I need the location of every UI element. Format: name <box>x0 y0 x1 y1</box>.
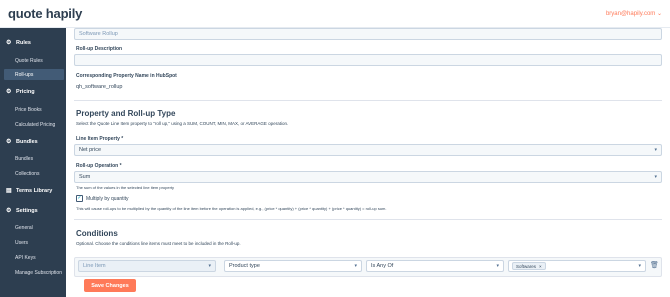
app-logo[interactable]: quote hapily <box>8 6 82 21</box>
condition-property-value: Product type <box>229 263 260 269</box>
chevron-down-icon: ▾ <box>638 263 641 269</box>
description-input[interactable] <box>74 54 662 66</box>
sidebar-section-pricing[interactable]: ⚙ Pricing <box>0 85 66 99</box>
condition-operator-select[interactable]: Is Any Of ▾ <box>366 260 504 272</box>
sidebar-item-bundles[interactable]: Bundles <box>4 153 64 164</box>
sidebar-section-terms-library[interactable]: ▤ Terms Library <box>0 184 66 198</box>
value-tag: Softwares × <box>512 262 546 270</box>
value-tag-label: Softwares <box>516 263 537 269</box>
divider <box>74 219 662 220</box>
section-title-conditions: Conditions <box>76 229 118 238</box>
sidebar-item-users[interactable]: Users <box>4 237 64 248</box>
property-name-value: qh_software_rollup <box>76 84 123 90</box>
chevron-down-icon: ▾ <box>496 263 499 269</box>
multiply-label: Multiply by quantity <box>86 196 129 202</box>
rollup-operation-label: Roll-up Operation * <box>76 163 122 169</box>
top-bar: quote hapily bryan@hapily.com ⌄ <box>0 0 670 28</box>
section-title-property: Property and Roll-up Type <box>76 109 176 118</box>
operation-hint: The sum of the values in the selected li… <box>76 185 175 190</box>
multiply-checkbox[interactable]: ✓ <box>76 195 83 202</box>
description-label: Roll-up Description <box>76 46 123 52</box>
book-icon: ▤ <box>6 188 12 194</box>
sidebar-item-quote-rules[interactable]: Quote Rules <box>4 55 64 66</box>
chevron-down-icon: ▾ <box>654 174 657 180</box>
user-email: bryan@hapily.com <box>605 11 656 17</box>
sidebar-item-roll-ups[interactable]: Roll-ups <box>4 69 64 80</box>
chevron-down-icon: ▾ <box>208 263 211 269</box>
gear-icon: ⚙ <box>6 139 12 145</box>
rollup-operation-select[interactable]: Sum ▾ <box>74 171 662 183</box>
chevron-down-icon: ▾ <box>354 263 357 269</box>
condition-object-select[interactable]: Line Item ▾ <box>78 260 216 272</box>
sidebar-section-settings[interactable]: ⚙ Settings <box>0 204 66 218</box>
trash-icon[interactable]: 🗑 <box>650 261 659 269</box>
chevron-down-icon: ⌄ <box>656 11 662 17</box>
condition-object-value: Line Item <box>83 263 106 269</box>
property-name-label: Corresponding Property Name in HubSpot <box>76 73 177 79</box>
sidebar-item-price-books[interactable]: Price Books <box>4 104 64 115</box>
close-icon[interactable]: × <box>539 264 542 269</box>
line-item-property-value: Net price <box>79 147 102 153</box>
rollup-name-field[interactable]: Software Rollup <box>74 28 662 40</box>
gear-icon: ⚙ <box>6 208 12 214</box>
sidebar-item-general[interactable]: General <box>4 222 64 233</box>
rollup-operation-value: Sum <box>79 174 91 180</box>
check-icon: ✓ <box>77 195 82 201</box>
sidebar-item-api-keys[interactable]: API Keys <box>4 252 64 263</box>
save-button[interactable]: Save Changes <box>84 279 136 292</box>
chevron-down-icon: ▾ <box>654 147 657 153</box>
sidebar-section-bundles[interactable]: ⚙ Bundles <box>0 135 66 149</box>
condition-operator-value: Is Any Of <box>371 263 394 269</box>
line-item-property-label: Line Item Property * <box>76 136 124 142</box>
sidebar: ⚙ Rules Quote Rules Roll-ups ⚙ Pricing Pri… <box>0 28 66 297</box>
main-content: Software Rollup Roll-up Description Corr… <box>66 28 670 297</box>
multiply-desc: This will cause roll-ups to be multiplie… <box>76 206 387 211</box>
sidebar-item-calculated-pricing[interactable]: Calculated Pricing <box>4 119 64 130</box>
sidebar-item-collections[interactable]: Collections <box>4 168 64 179</box>
section-desc-conditions: Optional. Choose the conditions line ite… <box>76 241 241 246</box>
user-menu[interactable]: bryan@hapily.com ⌄ <box>606 10 662 17</box>
divider <box>74 100 662 101</box>
section-desc-property: Select the Quote Line Item property to "… <box>76 121 289 126</box>
gear-icon: ⚙ <box>6 40 12 46</box>
sidebar-section-rules[interactable]: ⚙ Rules <box>0 36 66 50</box>
condition-property-select[interactable]: Product type ▾ <box>224 260 362 272</box>
gear-icon: ⚙ <box>6 89 12 95</box>
sidebar-item-manage-subscription[interactable]: Manage Subscription <box>4 267 64 278</box>
line-item-property-select[interactable]: Net price ▾ <box>74 144 662 156</box>
